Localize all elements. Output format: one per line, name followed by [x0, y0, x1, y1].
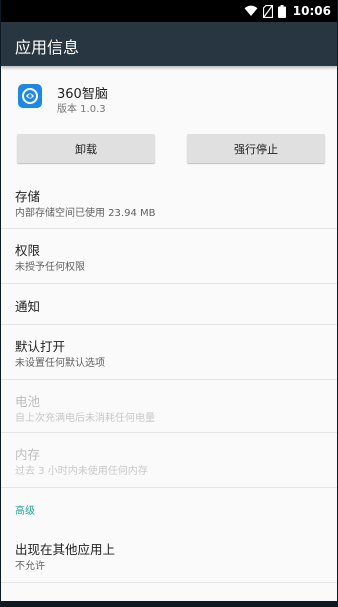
- app-version: 版本 1.0.3: [57, 104, 106, 115]
- force-stop-button[interactable]: 强行停止: [187, 134, 325, 163]
- status-bar: 10:06: [1, 0, 337, 22]
- bottom-edge: [1, 601, 337, 604]
- app-bar: 应用信息: [1, 22, 337, 66]
- permissions-title: 权限: [15, 243, 41, 258]
- wifi-icon: [244, 5, 258, 17]
- battery-subtitle: 自上次充满电后未消耗任何电量: [15, 413, 155, 424]
- no-sim-icon: [262, 4, 273, 18]
- app-info-screen: 10:06 应用信息 360智脑 版本 1.0.3 卸载 强行停止 存储 内部存…: [1, 0, 337, 604]
- advanced-section-label: 高级: [15, 506, 35, 517]
- draw-over-apps-item[interactable]: 出现在其他应用上 不允许: [1, 528, 337, 582]
- app-header: 360智脑 版本 1.0.3: [1, 78, 337, 118]
- 360-brain-app-icon: [18, 84, 42, 108]
- battery-icon: [277, 4, 286, 18]
- storage-item[interactable]: 存储 内部存储空间已使用 23.94 MB: [1, 176, 337, 228]
- permissions-item[interactable]: 权限 未授予任何权限: [1, 229, 337, 283]
- uninstall-button[interactable]: 卸载: [17, 134, 155, 163]
- divider: [1, 582, 337, 583]
- open-by-default-item[interactable]: 默认打开 未设置任何默认选项: [1, 325, 337, 379]
- divider: [1, 487, 337, 488]
- battery-title: 电池: [15, 394, 41, 409]
- draw-over-apps-title: 出现在其他应用上: [15, 542, 116, 557]
- permissions-subtitle: 未授予任何权限: [15, 262, 85, 273]
- draw-over-apps-subtitle: 不允许: [15, 561, 45, 572]
- page-title: 应用信息: [15, 38, 80, 57]
- status-time: 10:06: [292, 4, 331, 18]
- open-by-default-title: 默认打开: [15, 339, 66, 354]
- storage-subtitle: 内部存储空间已使用 23.94 MB: [15, 208, 156, 219]
- storage-title: 存储: [15, 189, 41, 204]
- notifications-title: 通知: [15, 299, 41, 314]
- notifications-item[interactable]: 通知: [1, 284, 337, 324]
- battery-item: 电池 自上次充满电后未消耗任何电量: [1, 380, 337, 432]
- status-icons: 10:06: [244, 3, 331, 19]
- memory-title: 内存: [15, 447, 41, 462]
- memory-item: 内存 过去 3 小时内未使用任何内存: [1, 433, 337, 487]
- memory-subtitle: 过去 3 小时内未使用任何内存: [15, 466, 148, 477]
- open-by-default-subtitle: 未设置任何默认选项: [15, 358, 105, 369]
